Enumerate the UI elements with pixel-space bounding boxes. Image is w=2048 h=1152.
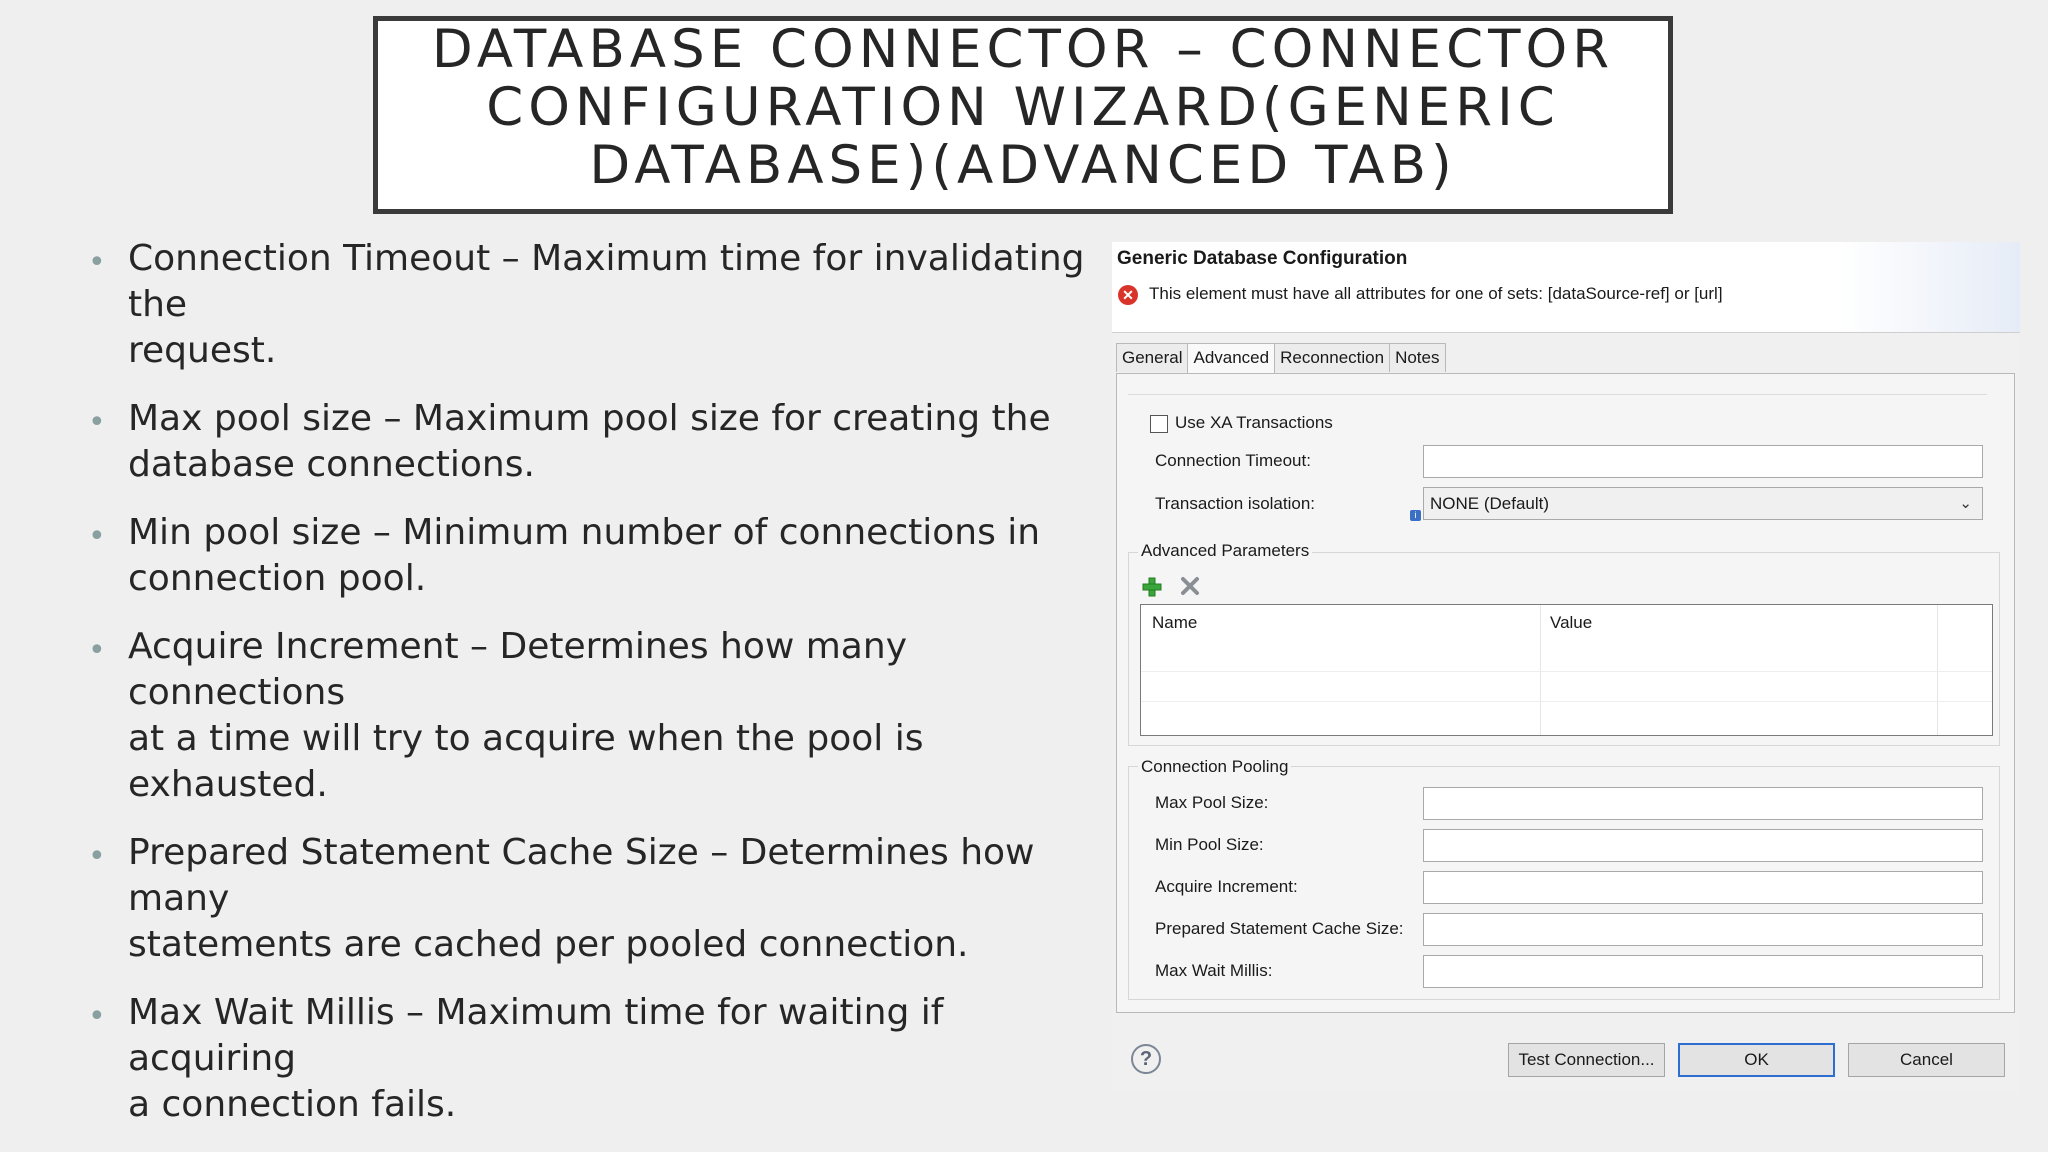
slide-title-box: DATABASE CONNECTOR – CONNECTOR CONFIGURA… [373,16,1673,214]
min-pool-size-label: Min Pool Size: [1155,835,1264,854]
cancel-button[interactable]: Cancel [1848,1043,2005,1077]
tab-advanced[interactable]: Advanced [1187,343,1276,374]
connection-timeout-label: Connection Timeout: [1155,451,1311,470]
tab-bar: General Advanced Reconnection Notes [1116,343,1446,374]
bullet-list: • Connection Timeout – Maximum time for i… [84,236,1104,1150]
bullet-dot-icon: • [88,405,106,440]
remove-icon[interactable] [1180,576,1200,596]
error-icon: ✕ [1118,285,1138,305]
add-icon[interactable] [1142,577,1162,597]
acquire-increment-label: Acquire Increment: [1155,877,1298,896]
max-wait-millis-label: Max Wait Millis: [1155,961,1273,980]
bullet-dot-icon: • [88,633,106,668]
bullet-item: • Min pool size – Minimum number of conne… [88,512,1041,599]
bullet-item: • Prepared Statement Cache Size – Determi… [88,832,1035,965]
dialog-title: Generic Database Configuration [1117,248,1408,269]
dialog-header: Generic Database Configuration ✕ This el… [1112,242,2020,333]
slide-title-line-1: DATABASE CONNECTOR – CONNECTOR [431,19,1615,80]
use-xa-checkbox[interactable] [1150,415,1168,433]
column-divider [1937,605,1938,735]
max-pool-size-label: Max Pool Size: [1155,793,1269,812]
bullet-item: • Connection Timeout – Maximum time for i… [88,238,1085,371]
bullet-dot-icon: • [88,999,106,1034]
slide-title-line-2: CONFIGURATION WIZARD(GENERIC [486,77,1560,138]
bullet-item: • Acquire Increment – Determines how many… [88,626,924,805]
help-icon[interactable]: ? [1131,1044,1161,1074]
column-header-value[interactable]: Value [1550,613,1592,633]
transaction-isolation-value: NONE (Default) [1430,494,1550,513]
connection-pooling-label: Connection Pooling [1138,757,1292,777]
error-message: This element must have all attributes fo… [1149,284,1723,303]
tab-general[interactable]: General [1116,343,1189,372]
advanced-params-label: Advanced Parameters [1138,541,1313,561]
prepared-statement-cache-size-label: Prepared Statement Cache Size: [1155,919,1404,938]
bullet-dot-icon: • [88,839,106,874]
chevron-down-icon: ⌄ [1959,495,1972,512]
use-xa-label: Use XA Transactions [1175,413,1333,432]
max-wait-millis-input[interactable] [1423,955,1983,988]
bullet-dot-icon: • [88,245,106,280]
transaction-isolation-select[interactable]: NONE (Default) ⌄ [1423,487,1983,520]
min-pool-size-input[interactable] [1423,829,1983,862]
tab-notes[interactable]: Notes [1389,343,1446,372]
max-pool-size-input[interactable] [1423,787,1983,820]
table-row-divider [1141,671,1992,672]
info-icon: i [1410,510,1421,521]
bullet-dot-icon: • [88,519,106,554]
acquire-increment-input[interactable] [1423,871,1983,904]
column-header-name[interactable]: Name [1152,613,1197,633]
slide-title-line-3: DATABASE)(ADVANCED TAB) [589,135,1457,196]
test-connection-button[interactable]: Test Connection... [1508,1043,1665,1077]
prepared-statement-cache-size-input[interactable] [1423,913,1983,946]
bullet-item: • Max Wait Millis – Maximum time for wait… [88,992,944,1125]
advanced-params-table[interactable]: Name Value [1140,604,1993,736]
transaction-isolation-label: Transaction isolation: [1155,494,1316,513]
tab-reconnection[interactable]: Reconnection [1274,343,1391,372]
connection-timeout-input[interactable] [1423,445,1983,478]
bullet-item: • Max pool size – Maximum pool size for c… [88,398,1051,485]
table-row-divider [1141,701,1992,702]
ok-button[interactable]: OK [1678,1043,1835,1077]
column-divider [1540,605,1541,735]
